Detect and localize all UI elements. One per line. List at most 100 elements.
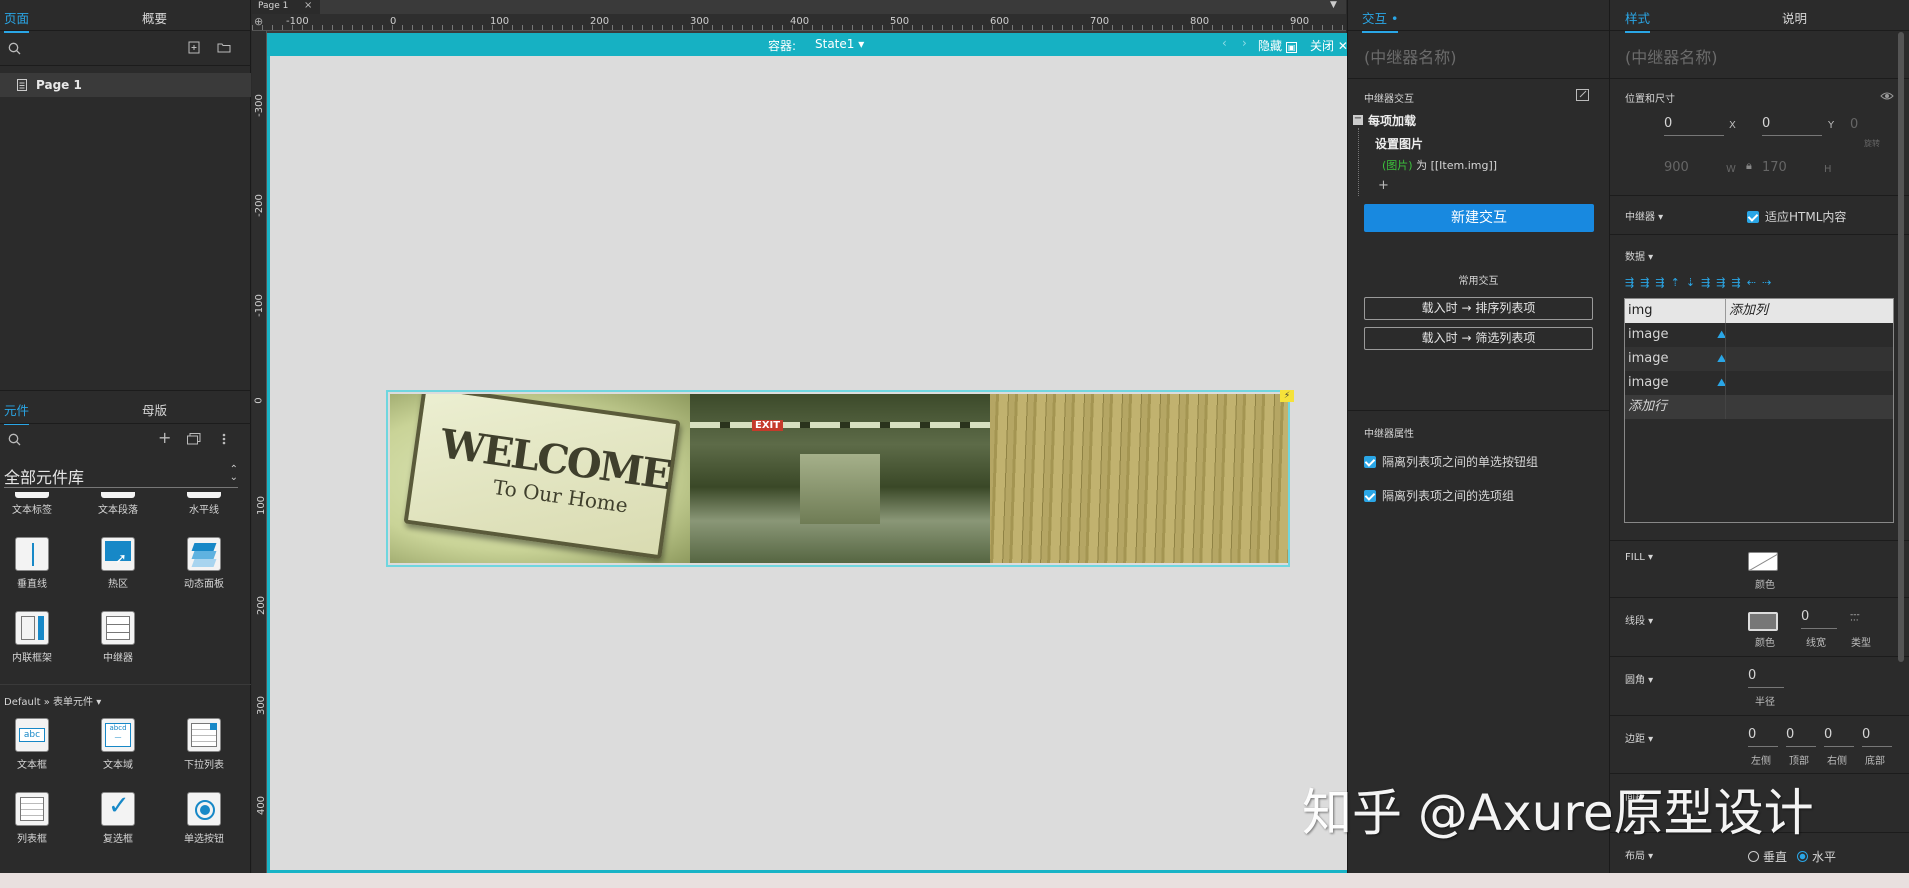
widget-hline[interactable]: 水平线: [164, 492, 244, 516]
line-color-swatch[interactable]: [1748, 612, 1778, 631]
padding-top-input[interactable]: 0: [1786, 727, 1816, 747]
padding-dropdown[interactable]: 边距 ▾: [1625, 730, 1653, 745]
canvas-area: Page 1 × ▼ ⊕ -100 0 100 200 300 400 500 6…: [252, 0, 1360, 873]
table-row[interactable]: image ⛰: [1625, 323, 1893, 347]
widget-radio[interactable]: 单选按钮: [164, 792, 244, 845]
add-action[interactable]: +: [1378, 178, 1389, 193]
table-add-row[interactable]: 添加行: [1625, 395, 1893, 419]
close-button[interactable]: 关闭 ✕: [1310, 37, 1348, 54]
state-select[interactable]: State1 ▾: [815, 37, 864, 51]
widget-repeater[interactable]: 中继器: [78, 611, 158, 664]
eye-icon[interactable]: [1880, 91, 1894, 101]
widget-vline[interactable]: 垂直线: [0, 537, 72, 590]
layout-vertical-radio[interactable]: 垂直: [1748, 848, 1787, 865]
fill-dropdown[interactable]: FILL ▾: [1625, 552, 1653, 563]
isolate-radio-checkbox[interactable]: 隔离列表项之间的单选按钮组: [1364, 453, 1538, 470]
search-icon[interactable]: [8, 42, 21, 55]
padding-left-input[interactable]: 0: [1748, 727, 1778, 747]
action-detail[interactable]: (图片) 为 [[Item.img]]: [1382, 157, 1497, 173]
data-dropdown[interactable]: 数据 ▾: [1625, 248, 1653, 263]
radius-dropdown[interactable]: 圆角 ▾: [1625, 671, 1653, 686]
radius-input[interactable]: 0: [1748, 668, 1784, 688]
height-input[interactable]: 170: [1762, 160, 1787, 175]
tab-outline[interactable]: 概要: [142, 8, 167, 27]
hide-icon: ▣: [1285, 42, 1298, 53]
pos-title: 位置和尺寸: [1625, 94, 1675, 105]
section-title: 中继器交互: [1364, 94, 1414, 105]
widget-dynamic-panel[interactable]: 动态面板: [164, 537, 244, 590]
action-label[interactable]: 设置图片: [1375, 135, 1423, 152]
library-section[interactable]: Default » 表单元件 ▾: [4, 693, 101, 708]
search-icon[interactable]: [8, 433, 21, 446]
scrollbar[interactable]: [1898, 32, 1904, 662]
isolate-option-checkbox[interactable]: 隔离列表项之间的选项组: [1364, 487, 1514, 504]
copy-icon[interactable]: [187, 433, 201, 445]
padding-right-input[interactable]: 0: [1824, 727, 1854, 747]
widget-dropdown[interactable]: 下拉列表: [164, 718, 244, 771]
widget-paragraph[interactable]: 文本段落: [78, 492, 158, 516]
tab-notes[interactable]: 说明: [1782, 8, 1807, 27]
fit-html-checkbox[interactable]: 适应HTML内容: [1747, 208, 1846, 225]
add-page-icon[interactable]: [188, 41, 200, 54]
tab-widgets[interactable]: 元件: [4, 400, 30, 425]
tab-menu-icon[interactable]: ▼: [1330, 0, 1337, 10]
table-row[interactable]: image ⛰: [1625, 347, 1893, 371]
onload-sort-button[interactable]: 载入时 → 排序列表项: [1364, 297, 1593, 320]
table-row[interactable]: image ⛰: [1625, 371, 1893, 395]
fill-color-swatch[interactable]: [1748, 552, 1778, 571]
line-dropdown[interactable]: 线段 ▾: [1625, 612, 1653, 627]
interaction-badge-icon[interactable]: ⚡: [1280, 390, 1294, 402]
table-header-cell[interactable]: img: [1625, 299, 1725, 323]
widget-textbox[interactable]: abc 文本框: [0, 718, 72, 771]
repeater-item-subway[interactable]: EXIT: [690, 394, 990, 563]
more-icon[interactable]: [222, 433, 226, 445]
collapse-icon[interactable]: −: [1353, 114, 1363, 125]
lock-icon[interactable]: 🔒︎: [1746, 159, 1752, 173]
interaction-panel: 交互 • (中继器名称) 中继器交互 − 每项加载 设置图片 (图片) 为 [[…: [1347, 0, 1609, 873]
prev-icon[interactable]: ‹: [1222, 36, 1227, 50]
widget-hotspot[interactable]: ➚ 热区: [78, 537, 158, 590]
library-select[interactable]: 全部元件库 ⌃ ⌄: [4, 464, 238, 488]
close-tab-icon[interactable]: ×: [304, 0, 312, 12]
width-input[interactable]: 900: [1664, 160, 1689, 175]
tab-interactions[interactable]: 交互 •: [1362, 8, 1399, 33]
new-interaction-button[interactable]: 新建交互: [1364, 204, 1594, 232]
repeater-item-welcome[interactable]: WELCOME To Our Home: [390, 394, 690, 563]
common-title: 常用交互: [1458, 276, 1499, 287]
tab-masters[interactable]: 母版: [142, 400, 167, 419]
expand-icon[interactable]: [1576, 89, 1590, 102]
layout-horizontal-radio[interactable]: 水平: [1797, 848, 1836, 865]
x-input[interactable]: 0: [1664, 116, 1724, 136]
line-width-input[interactable]: 0: [1801, 609, 1837, 629]
widget-listbox[interactable]: 列表框: [0, 792, 72, 845]
doc-tab[interactable]: Page 1 ×: [252, 0, 320, 14]
style-name-field[interactable]: (中继器名称): [1625, 44, 1718, 68]
event-label[interactable]: 每项加载: [1368, 112, 1416, 129]
widget-label[interactable]: 文本标签: [0, 492, 72, 516]
add-library-icon[interactable]: +: [158, 428, 171, 447]
repeater-item-wood[interactable]: [990, 394, 1288, 563]
y-input[interactable]: 0: [1762, 116, 1822, 136]
page-list-item[interactable]: Page 1: [0, 73, 251, 97]
add-folder-icon[interactable]: [217, 42, 231, 53]
data-table[interactable]: img 添加列 image ⛰ image ⛰ image ⛰ 添加行: [1624, 298, 1894, 523]
repeater-widget[interactable]: WELCOME To Our Home EXIT ⚡: [386, 390, 1294, 567]
next-icon[interactable]: ›: [1242, 36, 1247, 50]
widget-textarea[interactable]: abcd — 文本域: [78, 718, 158, 771]
widget-inline-frame[interactable]: 内联框架: [0, 611, 72, 664]
hide-button[interactable]: 隐藏 ▣: [1258, 37, 1298, 54]
padding-bottom-input[interactable]: 0: [1862, 727, 1892, 747]
widget-checkbox[interactable]: ✓ 复选框: [78, 791, 158, 845]
table-add-column[interactable]: 添加列: [1725, 299, 1893, 323]
tab-pages[interactable]: 页面: [4, 8, 30, 33]
repeater-dropdown[interactable]: 中继器 ▾: [1625, 208, 1663, 223]
tab-style[interactable]: 样式: [1625, 8, 1651, 33]
layout-dropdown[interactable]: 布局 ▾: [1625, 847, 1653, 862]
library-select-value: 全部元件库: [4, 468, 85, 487]
repeater-name-field[interactable]: (中继器名称): [1364, 44, 1457, 68]
onload-filter-button[interactable]: 载入时 → 筛选列表项: [1364, 327, 1593, 350]
data-toolbar[interactable]: ⇶⇶⇶⇡⇣⇶⇶⇶⇠⇢: [1625, 276, 1777, 289]
rotation-input[interactable]: 0: [1850, 117, 1858, 132]
container-editor: 容器: State1 ▾ ‹ › 隐藏 ▣ 关闭 ✕ WELCOME To Ou…: [267, 33, 1360, 873]
line-type-icon[interactable]: --- ···: [1850, 611, 1860, 626]
